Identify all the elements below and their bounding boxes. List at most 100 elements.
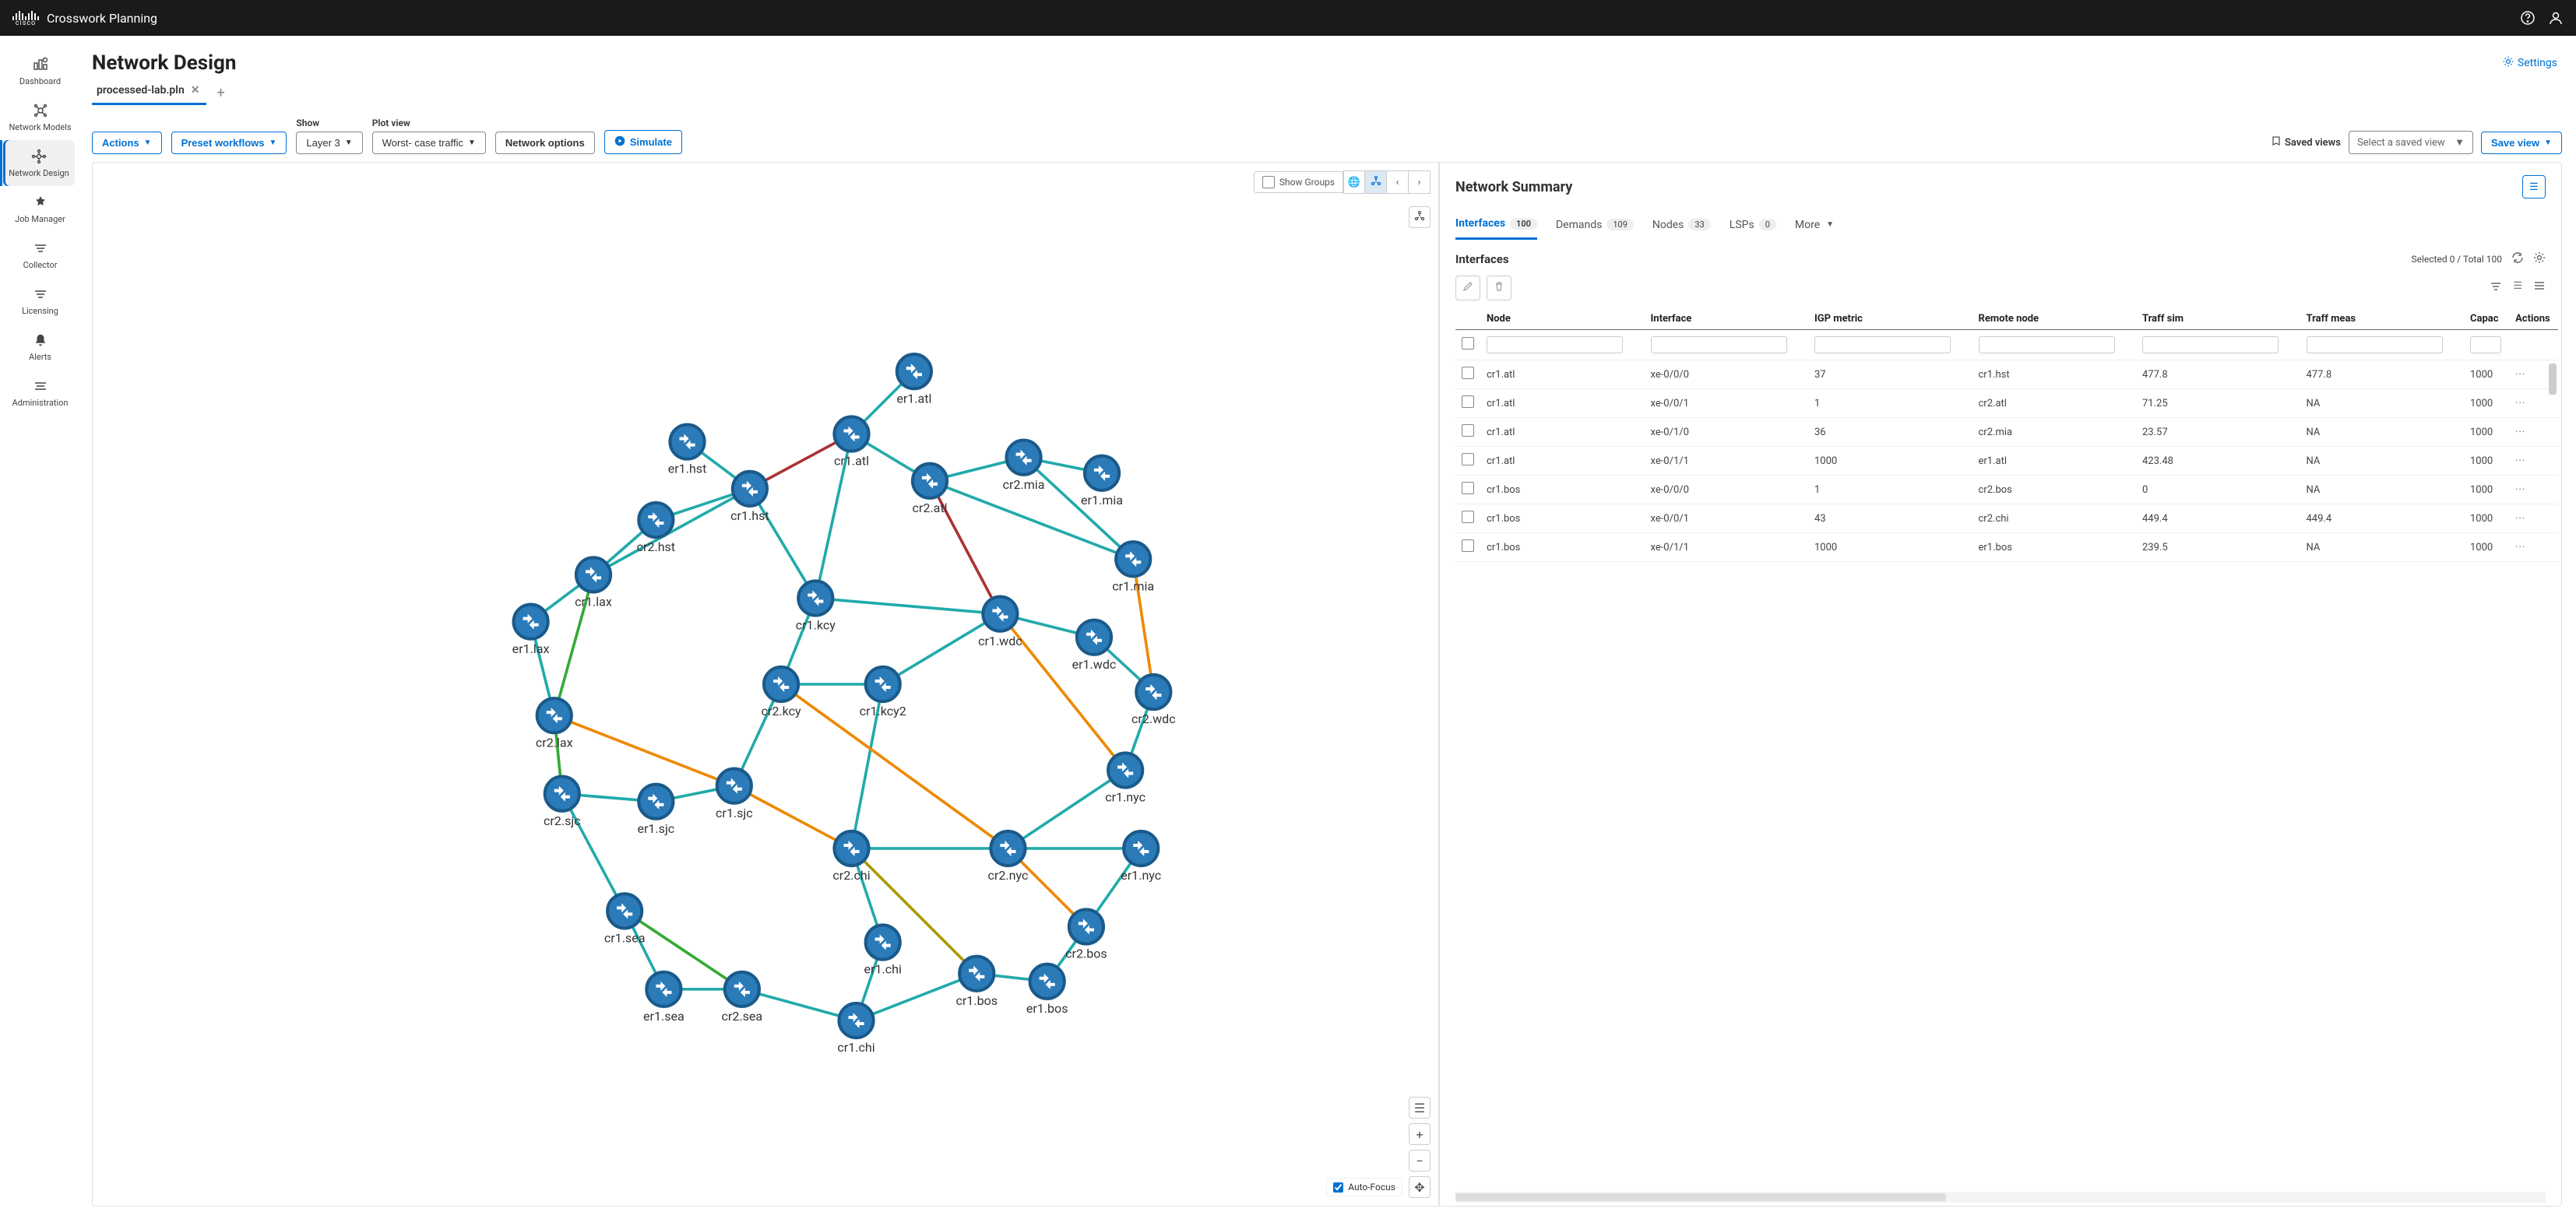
simulate-button[interactable]: Simulate <box>604 130 682 154</box>
topology-link[interactable] <box>815 598 1000 613</box>
topology-node[interactable]: er1.wdc <box>1072 620 1117 672</box>
col-traff-meas[interactable]: Traff meas <box>2300 308 2465 330</box>
topology-node[interactable]: cr2.sea <box>722 972 763 1024</box>
topology-node[interactable]: er1.sea <box>643 972 684 1024</box>
nav-administration[interactable]: Administration <box>0 370 78 416</box>
topology-node[interactable]: cr1.bos <box>955 957 998 1008</box>
filter-remote-input[interactable] <box>1979 336 2115 353</box>
topology-node[interactable]: cr1.lax <box>575 557 612 609</box>
topology-node[interactable]: cr1.mia <box>1112 542 1154 593</box>
filter-interface-input[interactable] <box>1651 336 1787 353</box>
add-tab-button[interactable]: + <box>213 85 230 101</box>
topology-node[interactable]: cr2.bos <box>1065 909 1107 961</box>
topology-link[interactable] <box>1008 771 1125 848</box>
topology-link[interactable] <box>930 481 1000 614</box>
topology-link[interactable] <box>815 434 851 599</box>
topology-link[interactable] <box>930 481 1133 559</box>
topology-link[interactable] <box>593 489 750 575</box>
topology-node[interactable]: er1.lax <box>512 605 550 656</box>
table-row[interactable]: cr1.atl xe-0/0/0 37 cr1.hst 477.8 477.8 … <box>1455 360 2558 389</box>
table-row[interactable]: cr1.bos xe-0/1/1 1000 er1.bos 239.5 NA 1… <box>1455 533 2558 562</box>
row-actions-button[interactable]: ··· <box>2515 398 2525 409</box>
topology-node[interactable]: er1.sjc <box>637 785 674 836</box>
tab-lsps[interactable]: LSPs0 <box>1730 214 1776 239</box>
row-actions-button[interactable]: ··· <box>2515 455 2525 467</box>
topology-link[interactable] <box>852 684 883 848</box>
row-checkbox[interactable] <box>1462 367 1474 379</box>
filter-cap-input[interactable] <box>2470 336 2501 353</box>
delete-button[interactable] <box>1487 276 1511 300</box>
topology-node[interactable]: cr1.kcy <box>796 581 836 632</box>
panel-prev-button[interactable]: ‹ <box>1387 170 1409 194</box>
row-actions-button[interactable]: ··· <box>2515 427 2525 438</box>
topology-node[interactable]: cr2.mia <box>1003 441 1045 492</box>
table-row[interactable]: cr1.atl xe-0/1/1 1000 er1.atl 423.48 NA … <box>1455 447 2558 476</box>
topology-node[interactable]: cr2.nyc <box>987 831 1028 883</box>
topology-node[interactable]: cr2.kcy <box>762 667 802 718</box>
topology-node[interactable]: cr2.chi <box>832 831 870 883</box>
topology-node[interactable]: er1.atl <box>896 354 931 406</box>
close-icon[interactable]: ✕ <box>189 84 202 97</box>
topology-node[interactable]: er1.mia <box>1081 456 1123 508</box>
nav-job-manager[interactable]: Job Manager <box>0 186 78 232</box>
topology-link[interactable] <box>625 911 742 989</box>
gear-icon[interactable] <box>2533 251 2546 266</box>
nav-alerts[interactable]: Alerts <box>0 324 78 370</box>
zoom-in-button[interactable]: + <box>1409 1123 1431 1145</box>
topology-link[interactable] <box>554 715 734 785</box>
topology-node[interactable]: cr1.wdc <box>978 596 1022 648</box>
compact-view-icon[interactable] <box>2533 280 2546 296</box>
topology-canvas[interactable]: Show Groups 🌐 ‹ › er1.atl cr1.atl cr2.atl c… <box>92 162 1439 1207</box>
show-groups-toggle[interactable]: Show Groups <box>1254 171 1343 193</box>
topology-link[interactable] <box>562 794 625 912</box>
select-all-checkbox[interactable] <box>1462 337 1474 350</box>
auto-focus-checkbox[interactable] <box>1333 1182 1343 1193</box>
col-node[interactable]: Node <box>1480 308 1645 330</box>
list-view-icon[interactable]: ☰ <box>2513 280 2522 296</box>
layer-select[interactable]: Layer 3▼ <box>296 132 362 154</box>
tab-more[interactable]: More▼ <box>1795 214 1834 239</box>
filter-meas-input[interactable] <box>2307 336 2443 353</box>
col-actions[interactable]: Actions <box>2509 308 2558 330</box>
actions-button[interactable]: Actions▼ <box>92 132 162 154</box>
horizontal-scrollbar[interactable] <box>1455 1192 2546 1203</box>
topology-link[interactable] <box>781 684 1008 848</box>
topology-node[interactable]: cr1.nyc <box>1105 753 1145 804</box>
tab-interfaces[interactable]: Interfaces100 <box>1455 213 1537 240</box>
tab-nodes[interactable]: Nodes33 <box>1652 214 1711 239</box>
preset-workflows-button[interactable]: Preset workflows▼ <box>171 132 287 154</box>
vertical-scrollbar[interactable] <box>2549 364 2557 1190</box>
table-row[interactable]: cr1.atl xe-0/1/0 36 cr2.mia 23.57 NA 100… <box>1455 418 2558 447</box>
row-actions-button[interactable]: ··· <box>2515 542 2525 553</box>
nav-network-design[interactable]: Network Design <box>3 140 75 186</box>
topology-link[interactable] <box>750 489 815 599</box>
topology-node[interactable]: cr2.lax <box>536 698 573 750</box>
topology-node[interactable]: cr2.wdc <box>1131 675 1176 726</box>
table-row[interactable]: cr1.bos xe-0/0/0 1 cr2.bos 0 NA 1000 ··· <box>1455 476 2558 504</box>
row-checkbox[interactable] <box>1462 453 1474 465</box>
topology-node[interactable]: cr2.atl <box>912 464 947 515</box>
row-actions-button[interactable]: ··· <box>2515 484 2525 496</box>
topology-node[interactable]: cr1.sjc <box>716 769 753 820</box>
nav-dashboard[interactable]: Dashboard <box>0 48 78 94</box>
save-view-button[interactable]: Save view▼ <box>2481 132 2562 154</box>
view-globe-button[interactable]: 🌐 <box>1343 170 1365 194</box>
panel-next-button[interactable]: › <box>1409 170 1431 194</box>
filter-igp-input[interactable] <box>1814 336 1951 353</box>
topology-node[interactable]: cr1.atl <box>834 416 869 468</box>
summary-expand-button[interactable]: ☰ <box>2522 175 2546 198</box>
help-icon[interactable] <box>2520 10 2536 26</box>
tab-demands[interactable]: Demands109 <box>1556 214 1634 239</box>
saved-view-select[interactable]: Select a saved view▼ <box>2349 131 2473 154</box>
col-interface[interactable]: Interface <box>1645 308 1809 330</box>
layers-list-button[interactable]: ☰ <box>1409 1097 1431 1119</box>
col-igp[interactable]: IGP metric <box>1808 308 1972 330</box>
topology-node[interactable]: er1.bos <box>1026 964 1068 1016</box>
topology-mode-button[interactable] <box>1409 206 1431 228</box>
nav-network-models[interactable]: Network Models <box>0 94 78 140</box>
table-row[interactable]: cr1.atl xe-0/0/1 1 cr2.atl 71.25 NA 1000… <box>1455 389 2558 418</box>
row-checkbox[interactable] <box>1462 511 1474 523</box>
topology-link[interactable] <box>883 614 1001 684</box>
row-actions-button[interactable]: ··· <box>2515 369 2525 381</box>
row-checkbox[interactable] <box>1462 539 1474 552</box>
